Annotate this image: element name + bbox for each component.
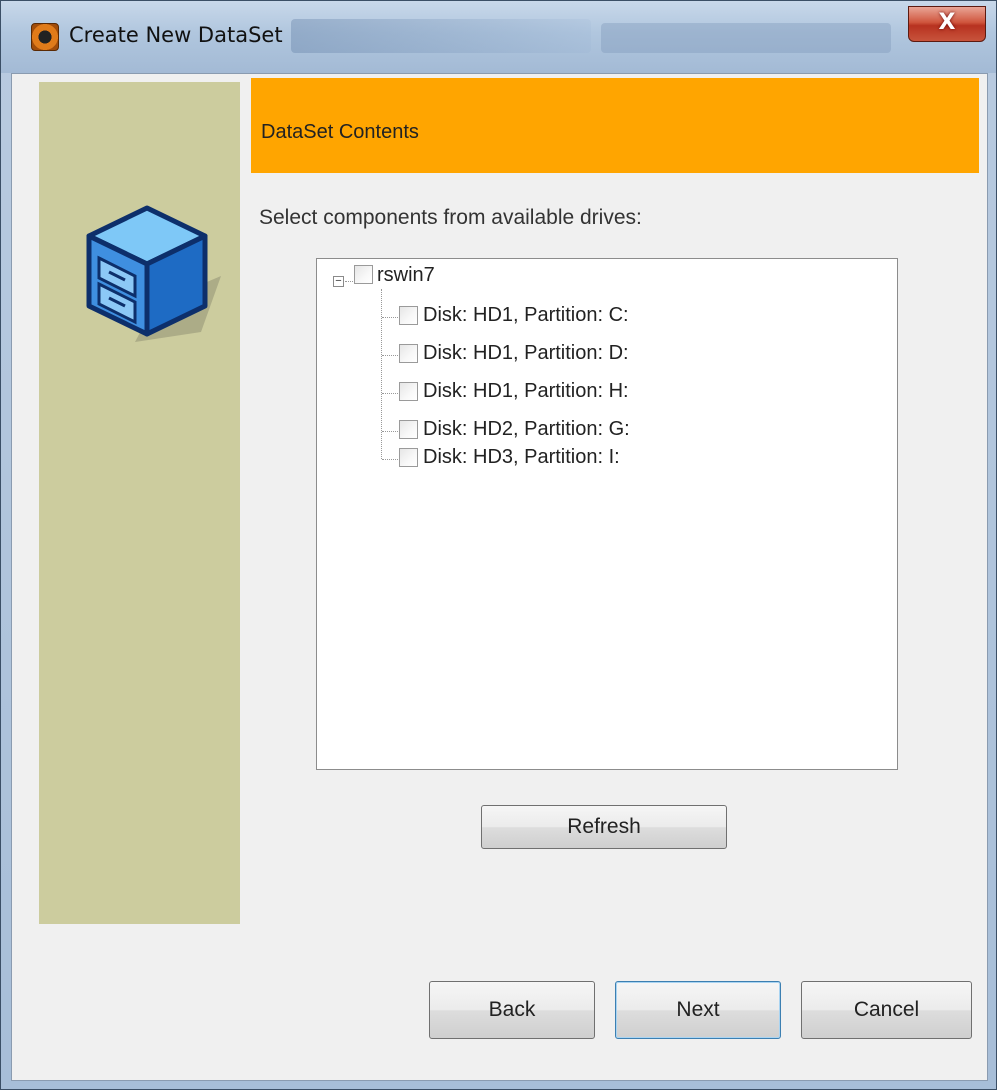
child-checkbox[interactable]	[399, 306, 418, 325]
refresh-button[interactable]: Refresh	[481, 805, 727, 849]
tree-connector	[382, 317, 398, 318]
tree-item-label[interactable]: Disk: HD2, Partition: G:	[423, 418, 630, 441]
child-checkbox[interactable]	[399, 344, 418, 363]
cabinet-cube-icon	[86, 205, 221, 342]
app-icon	[31, 23, 59, 51]
close-button[interactable]: X	[908, 6, 986, 42]
tree-item-label[interactable]: Disk: HD1, Partition: H:	[423, 380, 629, 403]
tree-item-label[interactable]: Disk: HD3, Partition: I:	[423, 446, 620, 469]
tree-item-label[interactable]: Disk: HD1, Partition: C:	[423, 304, 629, 327]
tree-item-label[interactable]: Disk: HD1, Partition: D:	[423, 342, 629, 365]
tree-connector	[382, 459, 398, 460]
header-band: DataSet Contents	[251, 78, 979, 173]
dialog-client-area: DataSet Contents Select components from …	[11, 73, 988, 1081]
title-bar[interactable]: Create New DataSet X	[1, 1, 996, 73]
dialog-window: Create New DataSet X DataSet Contents Se…	[0, 0, 997, 1090]
instructions-label: Select components from available drives:	[259, 206, 642, 229]
background-blur	[601, 23, 891, 53]
next-button[interactable]: Next	[615, 981, 781, 1039]
tree-connector	[345, 281, 353, 282]
window-title: Create New DataSet	[69, 23, 283, 47]
tree-connector	[382, 431, 398, 432]
tree-root-label[interactable]: rswin7	[377, 264, 435, 287]
child-checkbox[interactable]	[399, 448, 418, 467]
tree-connector	[382, 393, 398, 394]
page-title: DataSet Contents	[261, 121, 419, 143]
back-button[interactable]: Back	[429, 981, 595, 1039]
tree-connector	[382, 355, 398, 356]
child-checkbox[interactable]	[399, 420, 418, 439]
cancel-button[interactable]: Cancel	[801, 981, 972, 1039]
child-checkbox[interactable]	[399, 382, 418, 401]
collapse-icon[interactable]: −	[333, 276, 344, 287]
root-checkbox[interactable]	[354, 265, 373, 284]
drive-tree[interactable]: − rswin7 Disk: HD1, Partition: C: Disk: …	[316, 258, 898, 770]
tree-connector	[381, 289, 382, 459]
side-panel	[39, 82, 240, 924]
background-blur	[291, 19, 591, 53]
